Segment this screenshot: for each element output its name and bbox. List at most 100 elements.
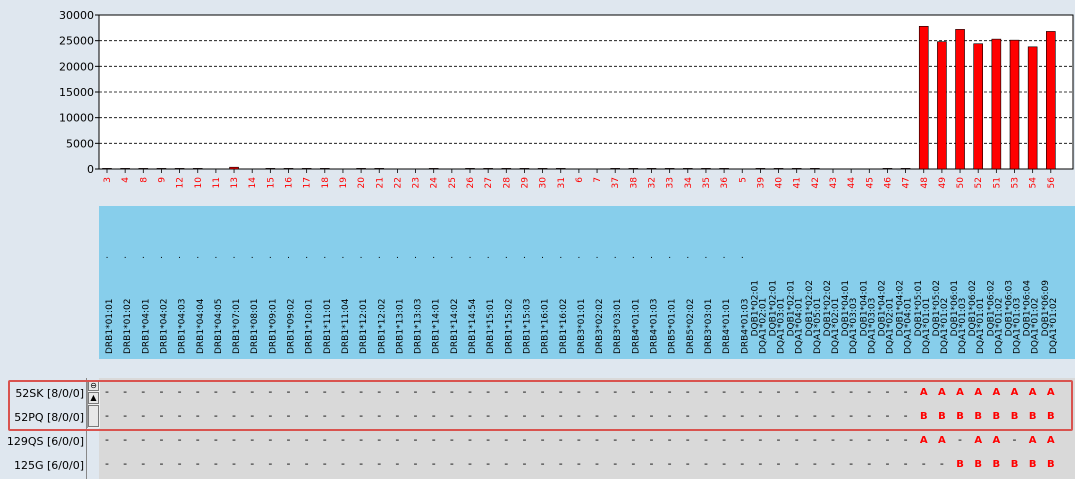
bar [156,168,167,170]
x-tick-label: 14 [248,177,258,189]
grid-cell: - [486,409,490,422]
row-group-scrollbar[interactable]: ⊖ ▲ [87,380,100,428]
grid-cell: - [159,433,163,446]
grid-cell: - [486,385,490,398]
y-tick-label: 15000 [59,86,94,99]
grid-cell: - [650,433,654,446]
bar [773,168,784,170]
grid-cell: - [686,457,690,470]
header-top-dot: . [178,251,181,261]
grid-cell: - [940,457,944,470]
header-bottom-label: DRB5*02:02 [686,298,696,354]
header-bottom-label: DQA1*02:01 [831,298,841,354]
grid-cell: - [522,409,526,422]
row-label-125g[interactable]: 125G [6/0/0] [0,459,84,472]
header-top-dot: . [614,251,617,261]
grid-cell: - [432,409,436,422]
row-label-52pq[interactable]: 52PQ [8/0/0] [0,411,84,424]
header-top-dot: . [124,251,127,261]
scroll-thumb[interactable] [88,405,99,427]
grid-cell: - [268,409,272,422]
grid-cell: - [795,433,799,446]
scroll-up-button[interactable]: ▲ [88,392,99,404]
grid-cell: - [341,409,345,422]
grid-cell: - [631,385,635,398]
grid-cell: - [740,385,744,398]
grid-cell: - [686,385,690,398]
grid-cell: - [831,433,835,446]
header-bottom-label: DQA1*01:02 [994,298,1004,354]
grid-cell: - [359,409,363,422]
grid-cell: - [141,385,145,398]
header-top-dot: . [360,251,363,261]
x-tick-label: 33 [666,177,676,188]
header-bottom-label: DRB3*03:01 [613,298,623,354]
grid-cell: - [686,409,690,422]
header-top-dot: . [214,251,217,261]
grid-cell: - [232,457,236,470]
grid-cell: - [885,433,889,446]
grid-cell: - [377,457,381,470]
header-bottom-label: DRB1*04:01 [141,298,151,354]
grid-cell: - [668,433,672,446]
header-top-dot: . [668,251,671,261]
grid-cell: - [250,385,254,398]
grid-cell: - [904,409,908,422]
header-top-dot: . [450,251,453,261]
grid-cell: - [849,433,853,446]
grid-cell: - [323,457,327,470]
grid-cell: - [777,433,781,446]
header-bottom-label: DRB1*13:03 [414,298,424,354]
grid-cell: - [141,433,145,446]
header-bottom-label: DQA1*01:01 [976,298,986,354]
x-tick-label: 17 [303,177,313,188]
row-label-129qs[interactable]: 129QS [6/0/0] [0,435,84,448]
bar [174,168,185,170]
grid-cell: - [414,457,418,470]
grid-cell: - [541,409,545,422]
reaction-grid-cells: - - - - - - - - - - - - - - - - - - - - - - - - - - - - - - - - - - - - - - - -… [105,385,1055,470]
grid-cell: - [704,433,708,446]
header-bottom-label: DQA1*01:02 [1031,298,1041,354]
grid-cell: - [268,385,272,398]
grid-cell: - [105,433,109,446]
bar [882,168,893,170]
grid-cell: - [105,457,109,470]
grid-cell: - [232,409,236,422]
grid-cell: - [795,457,799,470]
grid-cell: - [668,457,672,470]
grid-cell: - [395,409,399,422]
grid-cell: - [668,409,672,422]
header-bottom-label: DRB1*09:01 [268,298,278,354]
header-top-dot: . [269,251,272,261]
grid-cell: - [777,409,781,422]
header-bottom-label: DRB1*15:01 [486,298,496,354]
collapse-icon[interactable]: ⊖ [88,380,99,391]
x-tick-label: 15 [266,177,276,188]
x-tick-label: 23 [412,177,422,188]
grid-cell: - [250,433,254,446]
grid-cell: - [559,457,563,470]
row-label-52sk[interactable]: 52SK [8/0/0] [0,387,84,400]
bar [120,168,130,170]
header-bottom-label: DRB1*15:02 [504,298,514,354]
grid-cell: - [577,385,581,398]
header-bottom-label: DRB1*09:02 [287,298,297,354]
x-tick-label: 25 [448,177,458,188]
grid-cell: - [595,385,599,398]
grid-cell: - [414,409,418,422]
grid-cell: - [305,433,309,446]
grid-cell: - [559,409,563,422]
grid-cell: - [559,385,563,398]
grid-cell: B [1011,459,1019,470]
bar [374,168,385,170]
grid-cell: - [613,457,617,470]
grid-cell: - [922,457,926,470]
grid-cell: B [920,411,928,422]
grid-cell: A [938,387,946,398]
x-tick-label: 13 [230,177,240,188]
grid-cell: A [920,387,928,398]
grid-cell: B [956,459,964,470]
header-top-dot: . [487,251,490,261]
bar [138,168,149,170]
